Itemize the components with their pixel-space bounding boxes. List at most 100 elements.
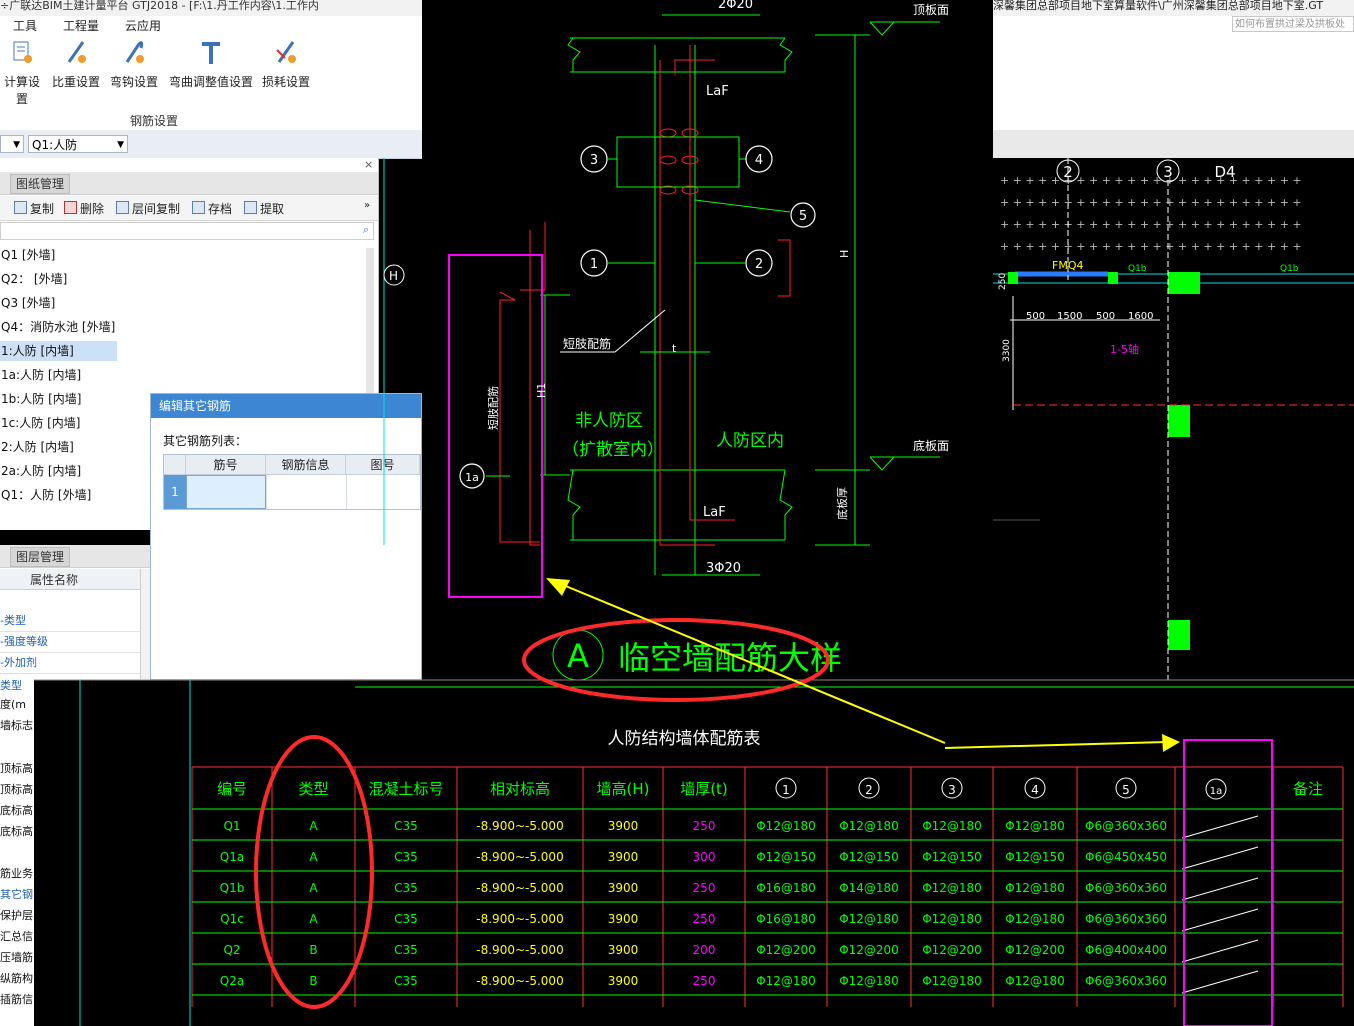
table-cell: Φ16@180 [756, 912, 816, 926]
civil-zone-label: 人防区内 [716, 431, 784, 451]
table-cell: A [309, 912, 318, 926]
table-cell: C35 [394, 850, 418, 864]
marker-2: 2 [755, 257, 763, 272]
table-cell: C35 [394, 974, 418, 988]
table-cell: Φ12@180 [1005, 881, 1065, 895]
table-cell: C35 [394, 819, 418, 833]
table-cell: Φ12@180 [839, 974, 899, 988]
table-cell: Φ6@360x360 [1085, 974, 1167, 988]
table-cell: 250 [693, 819, 716, 833]
table-cell: Q2 [223, 943, 240, 957]
table-cell: 250 [693, 974, 716, 988]
marker-1a: 1a [465, 471, 479, 484]
table-cell: 300 [693, 850, 716, 864]
table-cell: 3900 [608, 943, 639, 957]
table-cell: Φ12@180 [1005, 819, 1065, 833]
table-slash [1181, 939, 1259, 963]
table-cell: -8.900~-5.000 [476, 943, 563, 957]
axis-label: H [389, 269, 398, 283]
table-cell: 3900 [608, 974, 639, 988]
table-slash [1181, 970, 1259, 994]
table-cell: 250 [693, 881, 716, 895]
table-cell: Φ12@180 [922, 819, 982, 833]
laf-bottom-label: LaF [703, 505, 726, 520]
header-1a: 1a [1210, 786, 1223, 797]
table-cell: Φ12@200 [839, 943, 899, 957]
table-header-cell: 相对标高 [490, 780, 550, 798]
table-title: 人防结构墙体配筋表 [608, 729, 761, 749]
table-cell: Φ12@150 [839, 850, 899, 864]
non-civil-zone-label: 非人防区 [575, 411, 643, 431]
rebar-table: 人防结构墙体配筋表 编号 类型 混凝土标号 相对标高 墙高(H) 墙厚(t) 1 2 3 4 5 备注… [34, 679, 1354, 1026]
dim-label: 3300 [1002, 339, 1012, 362]
wall-label-1: Q1b [1128, 264, 1147, 274]
detail-letter: A [567, 637, 589, 675]
table-cell: Φ12@180 [756, 974, 816, 988]
table-cell: Φ6@360x360 [1085, 819, 1167, 833]
table-cell: Φ6@450x450 [1085, 850, 1167, 864]
table-header-cell: 编号 [217, 780, 247, 798]
table-cell: A [309, 881, 318, 895]
table-cell: B [309, 974, 317, 988]
table-cell: 3900 [608, 850, 639, 864]
wall-detail-drawing: 1 2 3 4 5 1a 2Φ20 LaF LaF 3Φ20 顶板面 底板面 短… [448, 0, 949, 681]
table-header-cell: 备注 [1293, 780, 1323, 798]
table-cell: 200 [693, 943, 716, 957]
roof-level-label: 顶板面 [913, 3, 949, 17]
hatch-pattern: + + + + + + + + + + + + + + + + + + + + … [1000, 174, 1302, 253]
table-cell: Φ12@200 [922, 943, 982, 957]
table-cell: A [309, 819, 318, 833]
dim-label: 250 [998, 273, 1008, 290]
table-header-cell: 1 [782, 783, 790, 797]
table-header-cell: 4 [1031, 783, 1039, 797]
table-slash [1181, 815, 1259, 839]
table-cell: Φ12@150 [1005, 850, 1065, 864]
table-cell: 3900 [608, 881, 639, 895]
table-cell: Q2a [220, 974, 244, 988]
svg-text:+ + + + + + + + + + + + + + +: + + + + + + + + + + + + + + + + + + + + … [1000, 196, 1302, 209]
table-cell: Q1b [220, 881, 245, 895]
marker-4: 4 [755, 153, 763, 168]
table-cell: Φ12@180 [1005, 912, 1065, 926]
arrow-to-table [1162, 734, 1180, 752]
dim-label: 1500 [1057, 311, 1082, 322]
table-cell: Φ12@180 [839, 912, 899, 926]
table-header-cell: 墙高(H) [597, 780, 650, 798]
table-cell: Q1a [220, 850, 244, 864]
dim-label: 500 [1096, 311, 1115, 322]
h1-label: H1 [535, 383, 548, 398]
plan-view: + + + + + + + + + + + + + + + + + + + + … [993, 158, 1354, 680]
table-header-cell: 2 [865, 783, 873, 797]
svg-text:+ + + + + + + + + + + + + + +: + + + + + + + + + + + + + + + + + + + + … [1000, 218, 1302, 231]
table-cell: 3900 [608, 912, 639, 926]
short-bar-label: 短肢配筋 [563, 336, 611, 351]
table-cell: Q1 [223, 819, 240, 833]
dim-label: 1600 [1128, 311, 1153, 322]
arrow-to-detail [546, 578, 570, 596]
table-cell: -8.900~-5.000 [476, 850, 563, 864]
table-cell: -8.900~-5.000 [476, 881, 563, 895]
table-header-cell: 混凝土标号 [368, 780, 443, 798]
table-cell: Φ6@400x400 [1085, 943, 1167, 957]
table-cell: C35 [394, 943, 418, 957]
table-cell: Φ12@150 [756, 850, 816, 864]
height-label: H [838, 250, 851, 258]
table-slash [1181, 877, 1259, 901]
dim-label: 500 [1026, 311, 1045, 322]
marker-3: 3 [590, 153, 598, 168]
table-cell: Φ16@180 [756, 881, 816, 895]
table-cell: -8.900~-5.000 [476, 819, 563, 833]
table-slash [1181, 908, 1259, 932]
marker-5: 5 [799, 209, 807, 224]
left-rebar-label: 短肢配筋 [486, 386, 500, 430]
svg-text:+ + + + + + + + + + + + + + +: + + + + + + + + + + + + + + + + + + + + … [1000, 240, 1302, 253]
axis-range-label: 1-5轴 [1110, 342, 1139, 356]
table-cell: Φ12@180 [922, 912, 982, 926]
table-cell: Φ12@180 [1005, 974, 1065, 988]
cad-canvas[interactable]: H 1 2 3 4 5 1a 2Φ20 LaF LaF 3Φ20 顶板面 底板面… [0, 0, 1354, 1026]
detail-title: 临空墙配筋大样 [618, 639, 842, 677]
table-header-cell: 5 [1122, 783, 1130, 797]
top-bar-label: 2Φ20 [718, 0, 753, 12]
grid-2: 2 [1063, 163, 1073, 181]
table-cell: Φ12@180 [756, 819, 816, 833]
